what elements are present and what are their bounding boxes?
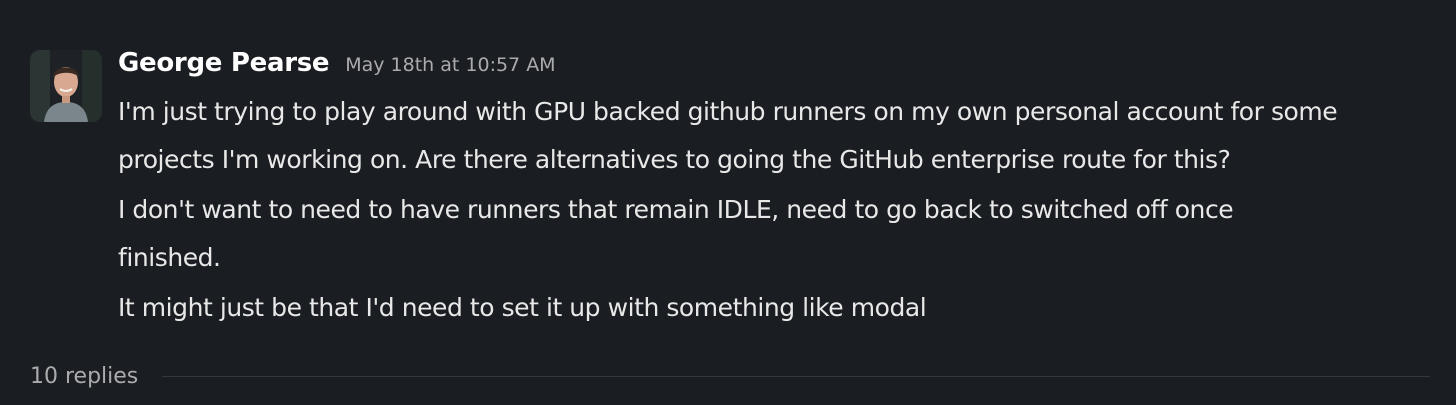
thread-summary: 10 replies <box>30 356 1430 396</box>
avatar[interactable] <box>30 50 102 122</box>
message-line: projects I'm working on. Are there alter… <box>118 145 1231 174</box>
message-paragraph: I don't want to need to have runners tha… <box>118 186 1448 282</box>
message-line: I'm just trying to play around with GPU … <box>118 97 1338 126</box>
thread-divider <box>162 375 1430 377</box>
sender-name[interactable]: George Pearse <box>118 48 330 78</box>
user-photo-avatar-icon <box>30 50 102 122</box>
message-line: I don't want to need to have runners tha… <box>118 195 1234 224</box>
message-header: George Pearse May 18th at 10:57 AM <box>118 48 556 88</box>
message-paragraph: It might just be that I'd need to set it… <box>118 284 1448 332</box>
message-paragraph: I'm just trying to play around with GPU … <box>118 88 1448 184</box>
message-line: It might just be that I'd need to set it… <box>118 293 927 322</box>
replies-link[interactable]: 10 replies <box>30 364 138 389</box>
message-line: finished. <box>118 243 221 272</box>
message-timestamp[interactable]: May 18th at 10:57 AM <box>345 54 555 76</box>
message-body: I'm just trying to play around with GPU … <box>118 88 1448 334</box>
message: George Pearse May 18th at 10:57 AM I'm j… <box>0 0 1456 405</box>
